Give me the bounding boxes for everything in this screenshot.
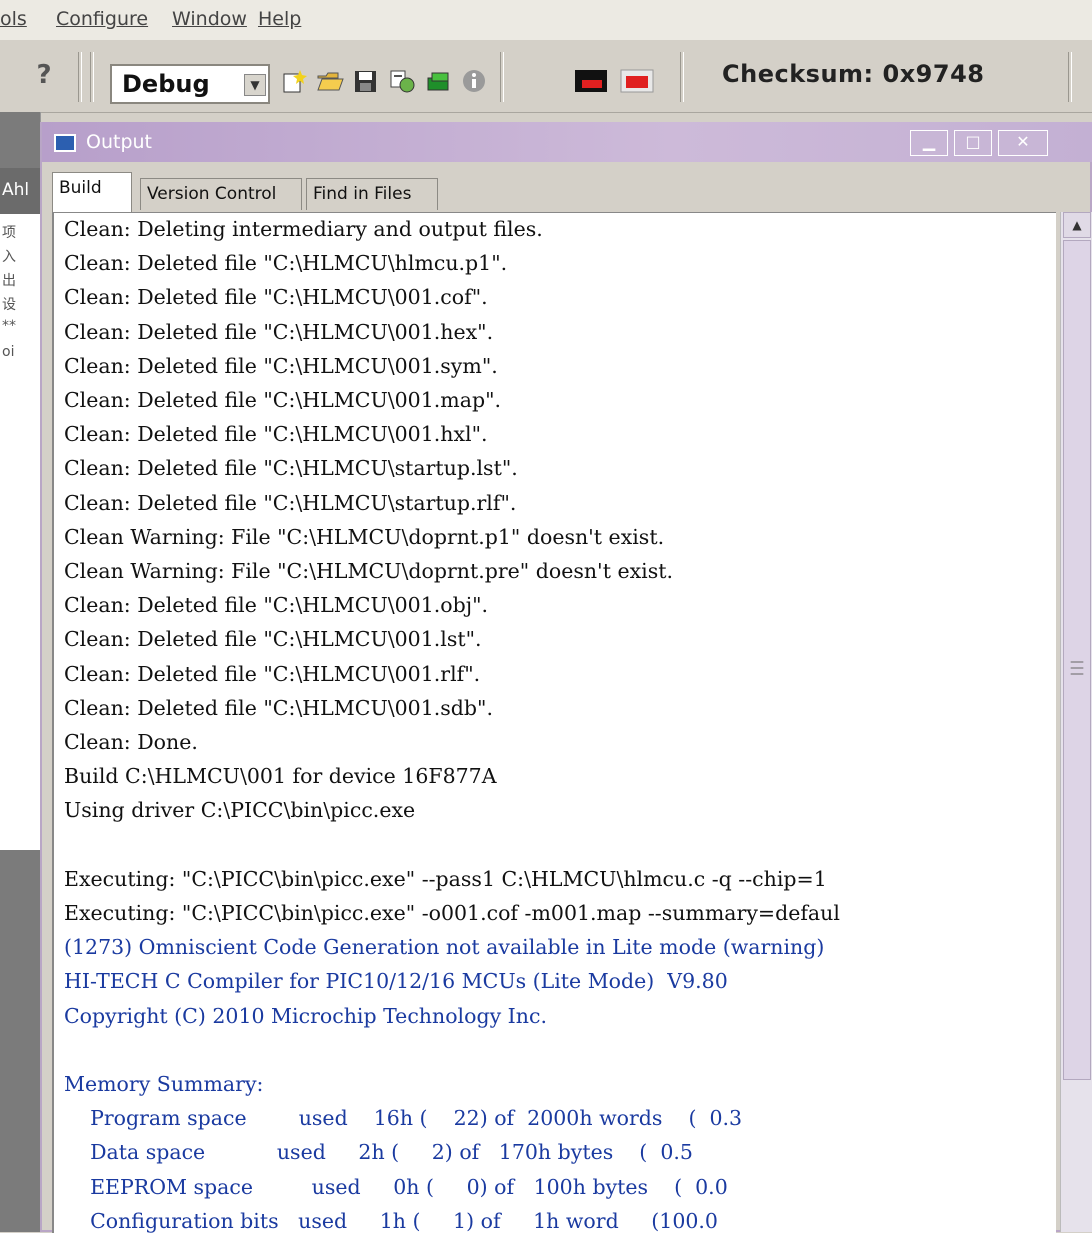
output-line: Executing: "C:\PICC\bin\picc.exe" -o001.…	[64, 901, 840, 925]
output-line: Clean: Deleted file "C:\HLMCU\001.lst".	[64, 627, 482, 652]
left-panel-text: **	[2, 318, 16, 334]
scroll-up-button[interactable]: ▲	[1063, 212, 1091, 238]
build-output-text[interactable]: Clean: Deleting intermediary and output …	[52, 212, 1056, 1233]
save-icon[interactable]	[352, 68, 380, 94]
open-folder-icon[interactable]	[316, 68, 344, 94]
output-line: Clean: Deleted file "C:\HLMCU\001.sym".	[64, 353, 498, 378]
output-line: Using driver C:\PICC\bin\picc.exe	[64, 798, 416, 823]
left-panel-text: 项	[2, 225, 16, 241]
close-button[interactable]: ✕	[998, 130, 1048, 156]
left-panel-header	[0, 112, 40, 168]
build-config-value: Debug	[122, 70, 210, 98]
output-line: Clean: Deleted file "C:\HLMCU\001.hex".	[64, 319, 494, 344]
output-line: Clean Warning: File "C:\HLMCU\doprnt.p1"…	[64, 524, 665, 549]
left-docked-panel: Ahl 项 入 出 设 ** oi	[0, 112, 41, 852]
left-panel-text: 出	[2, 273, 16, 289]
toolbar-separator	[90, 52, 94, 102]
output-line: Clean: Deleted file "C:\HLMCU\startup.rl…	[64, 490, 517, 515]
menu-configure[interactable]: Configure	[56, 8, 148, 30]
scroll-thumb[interactable]: — — —	[1063, 240, 1091, 1080]
maximize-button[interactable]: □	[954, 130, 992, 156]
red-flag-icon[interactable]	[574, 68, 608, 94]
output-line: Copyright (C) 2010 Microchip Technology …	[64, 1003, 547, 1028]
output-line: Clean: Deleted file "C:\HLMCU\001.sdb".	[64, 695, 493, 720]
menu-tools[interactable]: ols	[0, 8, 27, 30]
output-line: EEPROM space used 0h ( 0) of 100h bytes …	[64, 1174, 728, 1199]
menu-window[interactable]: Window	[172, 8, 247, 30]
checksum-label: Checksum: 0x9748	[722, 60, 985, 88]
output-line: Clean Warning: File "C:\HLMCU\doprnt.pre…	[64, 559, 673, 583]
new-file-icon[interactable]	[280, 68, 308, 94]
build-config-select[interactable]: Debug ▼	[110, 64, 270, 104]
output-line: HI-TECH C Compiler for PIC10/12/16 MCUs …	[64, 969, 728, 994]
output-line: Configuration bits used 1h ( 1) of 1h wo…	[64, 1208, 718, 1233]
toolbar: ? Debug ▼ Checksum: 0x9748	[0, 40, 1092, 113]
minimize-button[interactable]: ▁	[910, 130, 948, 156]
output-tabs: Build Version Control Find in Files	[52, 172, 1082, 212]
vertical-scrollbar[interactable]: ▲ — — —	[1060, 212, 1092, 1232]
tab-build[interactable]: Build	[52, 172, 132, 212]
toolbar-separator	[78, 52, 82, 102]
output-line: Clean: Deleted file "C:\HLMCU\001.cof".	[64, 285, 488, 310]
build-icon[interactable]	[388, 68, 416, 94]
output-line: Clean: Deleting intermediary and output …	[64, 217, 543, 241]
output-line: Data space used 2h ( 2) of 170h bytes ( …	[64, 1140, 693, 1165]
chevron-down-icon[interactable]: ▼	[244, 74, 266, 96]
left-panel-text: 设	[2, 297, 16, 313]
left-panel-text: 入	[2, 249, 16, 265]
grip-icon: — — —	[1070, 654, 1084, 682]
output-line: Program space used 16h ( 22) of 2000h wo…	[64, 1106, 743, 1131]
left-panel-tab[interactable]: Ahl	[0, 168, 40, 214]
help-icon[interactable]: ?	[30, 60, 58, 92]
output-line: Clean: Deleted file "C:\HLMCU\001.obj".	[64, 593, 489, 618]
build-all-icon[interactable]	[424, 68, 452, 94]
toolbar-separator	[500, 52, 504, 102]
tab-version-control[interactable]: Version Control	[140, 178, 302, 210]
output-line: (1273) Omniscient Code Generation not av…	[64, 935, 825, 960]
output-line: Clean: Done.	[64, 730, 198, 754]
output-line: Memory Summary:	[64, 1072, 264, 1096]
output-line: Clean: Deleted file "C:\HLMCU\001.rlf".	[64, 661, 481, 686]
output-line: Clean: Deleted file "C:\HLMCU\001.hxl".	[64, 422, 488, 447]
window-icon	[54, 134, 76, 152]
menu-bar: ols Configure Window Help	[0, 0, 1092, 41]
red-flag-icon[interactable]	[620, 68, 654, 94]
output-titlebar[interactable]: Output ▁ □ ✕	[42, 122, 1092, 162]
left-panel-empty-area	[0, 850, 40, 1232]
output-line: Clean: Deleted file "C:\HLMCU\hlmcu.p1".	[64, 251, 508, 276]
output-line: Clean: Deleted file "C:\HLMCU\startup.ls…	[64, 456, 518, 481]
tab-find-in-files[interactable]: Find in Files	[306, 178, 438, 210]
left-panel-text: oi	[2, 344, 15, 360]
info-icon[interactable]	[460, 68, 488, 94]
output-window: Output ▁ □ ✕ Build Version Control Find …	[40, 122, 1092, 1233]
menu-help[interactable]: Help	[258, 8, 301, 30]
output-title: Output	[86, 131, 152, 153]
output-line: Executing: "C:\PICC\bin\picc.exe" --pass…	[64, 866, 827, 891]
toolbar-separator	[1068, 52, 1072, 102]
output-line: Clean: Deleted file "C:\HLMCU\001.map".	[64, 388, 502, 412]
output-line: Build C:\HLMCU\001 for device 16F877A	[64, 764, 497, 789]
toolbar-separator	[680, 52, 684, 102]
